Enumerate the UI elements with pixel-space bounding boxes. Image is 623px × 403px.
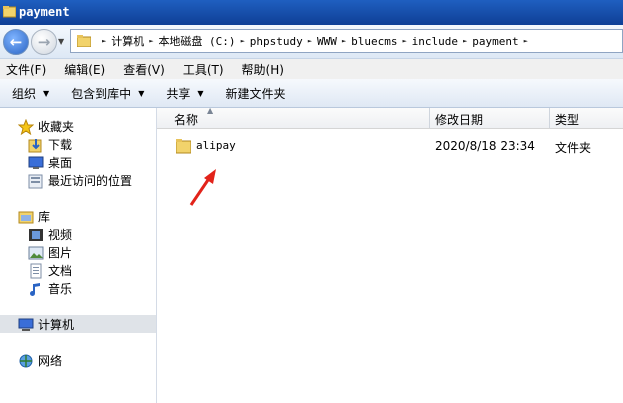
column-divider[interactable]: [549, 108, 550, 128]
column-divider[interactable]: [429, 108, 430, 128]
navigation-pane: 收藏夹 下载 桌面 最近访问的位置 库 视频 图片 文档 音乐 计算机 网络: [0, 108, 157, 403]
file-row[interactable]: alipay 2020/8/18 23:34 文件夹: [157, 137, 623, 157]
nav-item-documents[interactable]: 文档: [28, 262, 72, 279]
chevron-down-icon: ▼: [138, 88, 145, 98]
file-modified: 2020/8/18 23:34: [435, 139, 535, 153]
libraries-icon: [18, 211, 34, 223]
menu-file[interactable]: 文件(F): [6, 61, 46, 78]
folder-icon: [77, 35, 91, 47]
star-icon: [18, 118, 34, 135]
breadcrumb-payment[interactable]: payment: [472, 35, 518, 48]
file-type: 文件夹: [555, 141, 592, 155]
nav-libraries[interactable]: 库: [18, 208, 50, 225]
file-name[interactable]: alipay: [196, 139, 236, 152]
column-header-modified[interactable]: 修改日期: [435, 111, 483, 128]
nav-item-desktop[interactable]: 桌面: [28, 154, 72, 171]
nav-item-label: 视频: [48, 228, 73, 242]
nav-item-music[interactable]: 音乐: [28, 280, 72, 297]
window-title: payment: [19, 5, 70, 19]
breadcrumb-separator-icon[interactable]: ►: [241, 37, 245, 45]
breadcrumb-separator-icon[interactable]: ►: [402, 37, 406, 45]
include-in-library-label: 包含到库中: [71, 86, 132, 101]
nav-computer-label: 计算机: [38, 318, 75, 332]
music-icon: [30, 282, 40, 296]
include-in-library-button[interactable]: 包含到库中 ▼: [71, 85, 144, 102]
breadcrumb-www[interactable]: WWW: [317, 35, 337, 48]
breadcrumb-separator-icon[interactable]: ►: [463, 37, 467, 45]
breadcrumb-computer[interactable]: 计算机: [111, 33, 144, 49]
window-titlebar: payment: [0, 0, 623, 25]
folder-icon: [3, 6, 16, 18]
address-bar-area: ← → ▼ ► 计算机 ► 本地磁盘 (C:) ► phpstudy ► WWW…: [0, 25, 623, 59]
downloads-folder-icon: [28, 138, 42, 152]
menu-bar: 文件(F) 编辑(E) 查看(V) 工具(T) 帮助(H): [0, 59, 623, 79]
breadcrumb-local-disk[interactable]: 本地磁盘 (C:): [158, 33, 235, 49]
recent-places-icon: [28, 174, 43, 188]
nav-libraries-label: 库: [38, 210, 51, 224]
nav-item-label: 文档: [48, 264, 73, 278]
folder-icon: [176, 139, 191, 154]
history-dropdown-icon[interactable]: ▼: [58, 37, 64, 46]
breadcrumb-separator-icon[interactable]: ►: [308, 37, 312, 45]
menu-edit[interactable]: 编辑(E): [64, 61, 105, 78]
breadcrumb-separator-icon[interactable]: ►: [149, 37, 153, 45]
network-icon: [19, 354, 33, 367]
new-folder-button[interactable]: 新建文件夹: [226, 85, 286, 102]
column-header-row: ▲ 名称 修改日期 类型: [157, 106, 623, 129]
nav-network[interactable]: 网络: [18, 352, 62, 369]
nav-item-label: 图片: [48, 246, 73, 260]
address-box[interactable]: ► 计算机 ► 本地磁盘 (C:) ► phpstudy ► WWW ► blu…: [70, 29, 623, 53]
nav-item-label: 桌面: [48, 156, 73, 170]
forward-button[interactable]: →: [31, 29, 57, 55]
sort-ascending-icon: ▲: [207, 106, 214, 115]
nav-item-downloads[interactable]: 下载: [28, 136, 72, 153]
organize-button[interactable]: 组织 ▼: [12, 85, 49, 102]
nav-network-label: 网络: [38, 354, 63, 368]
nav-item-pictures[interactable]: 图片: [28, 244, 72, 261]
nav-item-label: 最近访问的位置: [48, 174, 133, 188]
organize-label: 组织: [12, 86, 37, 101]
breadcrumb-separator-icon[interactable]: ►: [342, 37, 346, 45]
pictures-icon: [28, 246, 44, 259]
command-toolbar: 组织 ▼ 包含到库中 ▼ 共享 ▼ 新建文件夹: [0, 79, 623, 108]
menu-help[interactable]: 帮助(H): [242, 61, 284, 78]
nav-item-label: 下载: [48, 138, 73, 152]
menu-view[interactable]: 查看(V): [123, 61, 165, 78]
nav-favorites[interactable]: 收藏夹: [18, 118, 74, 135]
documents-icon: [30, 263, 42, 278]
file-list-pane: ▲ 名称 修改日期 类型 alipay 2020/8/18 23:34 文件夹: [157, 106, 623, 403]
column-header-name[interactable]: 名称: [174, 111, 198, 128]
back-button[interactable]: ←: [3, 29, 29, 55]
computer-icon: [18, 318, 34, 331]
breadcrumb-separator-icon[interactable]: ►: [102, 37, 106, 45]
chevron-down-icon: ▼: [197, 88, 204, 98]
breadcrumb-phpstudy[interactable]: phpstudy: [250, 35, 303, 48]
nav-computer[interactable]: 计算机: [18, 316, 74, 333]
column-header-type[interactable]: 类型: [555, 111, 579, 128]
nav-item-videos[interactable]: 视频: [28, 226, 72, 243]
share-label: 共享: [166, 86, 191, 101]
nav-item-recent-places[interactable]: 最近访问的位置: [28, 172, 132, 189]
desktop-icon: [28, 156, 44, 169]
video-icon: [29, 228, 43, 241]
chevron-down-icon: ▼: [43, 88, 50, 98]
share-button[interactable]: 共享 ▼: [166, 85, 203, 102]
nav-item-label: 音乐: [48, 282, 73, 296]
menu-tools[interactable]: 工具(T): [183, 61, 224, 78]
annotation-arrow-icon: [189, 169, 216, 206]
breadcrumb-bluecms[interactable]: bluecms: [351, 35, 397, 48]
nav-favorites-label: 收藏夹: [38, 120, 75, 134]
breadcrumb-include[interactable]: include: [412, 35, 458, 48]
breadcrumb-separator-icon[interactable]: ►: [524, 37, 528, 45]
